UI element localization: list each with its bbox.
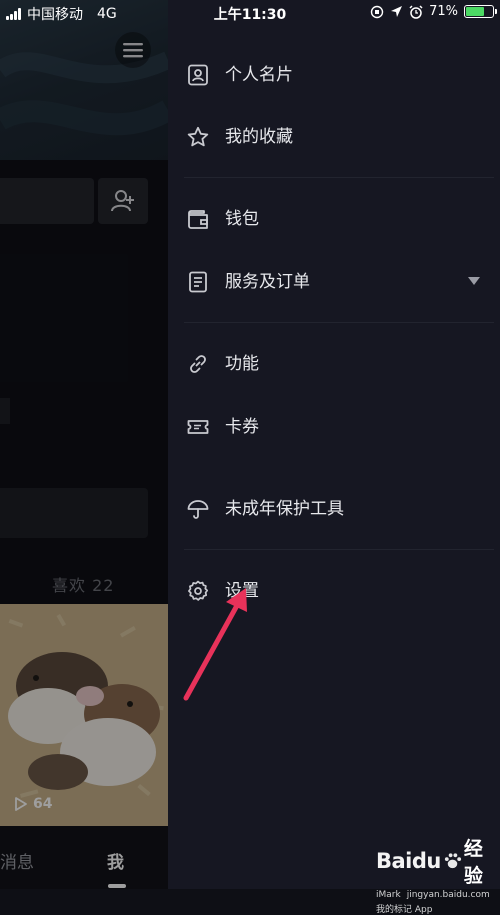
- menu-item-services-orders[interactable]: 服务及订单: [168, 257, 500, 307]
- menu-item-label: 卡券: [225, 417, 259, 437]
- tab-me[interactable]: 我: [107, 848, 124, 873]
- background-bar: [0, 398, 10, 424]
- baidu-watermark: Baidu 经验 iMark jingyan.baidu.com 我的标记 Ap…: [376, 834, 500, 915]
- side-drawer: 个人名片 我的收藏 钱包 服务及订单 功能 卡券 未成年保护工具 设置: [168, 0, 500, 889]
- battery-icon: [464, 5, 497, 18]
- add-user-icon: [111, 190, 134, 212]
- profile-card-icon: [188, 64, 208, 86]
- status-bar: 中国移动 4G 上午11:30 71%: [0, 0, 500, 26]
- menu-item-label: 个人名片: [225, 65, 293, 85]
- link-icon: [190, 355, 206, 373]
- menu-item-minor-protection[interactable]: 未成年保护工具: [168, 484, 500, 534]
- profile-page-background: 喜欢 22 64 消息 我: [0, 0, 168, 889]
- watermark-url: jingyan.baidu.com: [406, 890, 490, 900]
- play-count-value: 64: [33, 796, 53, 812]
- active-tab-indicator: [108, 884, 126, 888]
- tab-messages[interactable]: 消息: [0, 848, 34, 873]
- alarm-icon: [409, 4, 423, 19]
- play-icon: [15, 797, 27, 811]
- wallet-icon: [188, 210, 208, 229]
- menu-item-label: 服务及订单: [225, 272, 310, 292]
- location-icon: [391, 6, 403, 17]
- watermark-imark: iMark: [376, 890, 401, 900]
- ticket-icon: [187, 420, 209, 434]
- menu-divider: [184, 177, 494, 178]
- menu-item-settings[interactable]: 设置: [168, 566, 500, 616]
- menu-item-favorites[interactable]: 我的收藏: [168, 112, 500, 162]
- edit-profile-button[interactable]: [0, 178, 94, 224]
- menu-item-label: 未成年保护工具: [225, 499, 344, 519]
- paw-logo-icon: [444, 853, 461, 869]
- menu-item-features[interactable]: 功能: [168, 339, 500, 389]
- hamburger-icon: [123, 43, 143, 58]
- watermark-app: 我的标记 App: [376, 905, 433, 915]
- star-icon: [187, 126, 209, 147]
- background-panel: [0, 488, 148, 538]
- menu-item-wallet[interactable]: 钱包: [168, 194, 500, 244]
- menu-button[interactable]: [115, 32, 151, 68]
- play-count: 64: [14, 796, 52, 812]
- battery-level: [466, 7, 484, 16]
- watermark-brand: Baidu: [376, 849, 441, 873]
- battery-percent: 71%: [429, 4, 458, 19]
- add-friend-button[interactable]: [98, 178, 148, 224]
- menu-item-label: 我的收藏: [225, 127, 293, 147]
- menu-item-profile-card[interactable]: 个人名片: [168, 50, 500, 100]
- watermark-suffix: 经验: [463, 838, 483, 887]
- order-list-icon: [189, 271, 207, 293]
- likes-tab[interactable]: 喜欢 22: [52, 572, 114, 596]
- gear-icon: [188, 580, 209, 601]
- menu-item-label: 功能: [225, 354, 259, 374]
- video-thumbnail[interactable]: [0, 604, 168, 826]
- orientation-lock-icon: [370, 5, 384, 18]
- menu-divider: [184, 549, 494, 550]
- menu-item-label: 设置: [225, 581, 259, 601]
- menu-item-coupons[interactable]: 卡券: [168, 402, 500, 452]
- menu-item-label: 钱包: [225, 209, 259, 229]
- umbrella-icon: [187, 500, 209, 519]
- chevron-down-icon[interactable]: [468, 277, 480, 285]
- menu-divider: [184, 322, 494, 323]
